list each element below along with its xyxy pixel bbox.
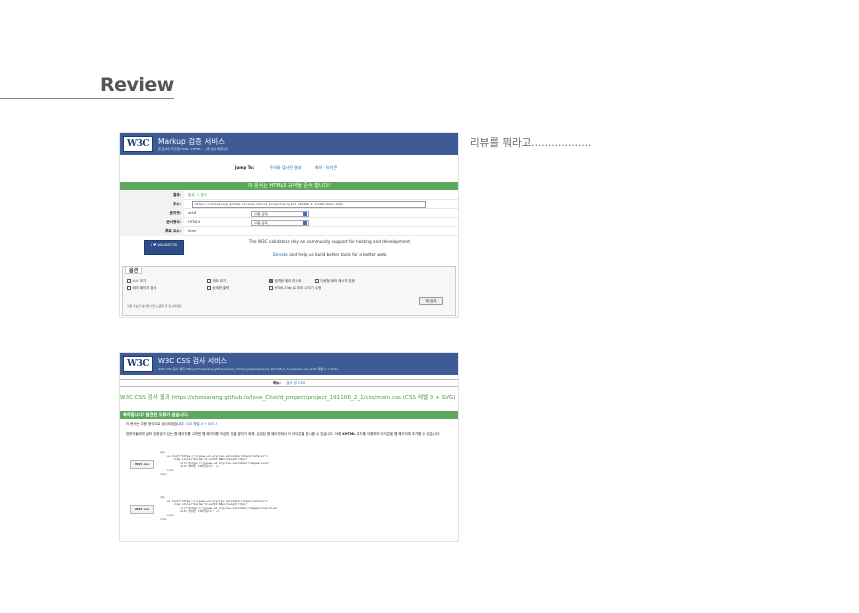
option-verbose-messages[interactable]: 다량점 에러 메시지 표현: [315, 279, 355, 284]
side-note: 리뷰를 뭐라고..................: [470, 137, 592, 149]
checkbox[interactable]: [127, 279, 131, 283]
css-header: W3C W3C CSS 검사 서비스 W3C CSS 검사 결과 https:/…: [120, 353, 458, 375]
root-row: 루트 요소: html: [120, 227, 458, 236]
css-profile-link[interactable]: CSS 레벨 3 + SVG: [186, 422, 215, 426]
w3c-logo[interactable]: W3C: [123, 136, 153, 152]
option-label: 개요 보기: [212, 279, 227, 283]
option-error-pages[interactable]: 에러 페이지 검사: [127, 286, 157, 291]
options-panel: 옵션 소스 보기 개요 보기 엄격한 에러 리스트 다량점 에러 메시지 표현 …: [122, 266, 456, 316]
checkbox[interactable]: [207, 279, 211, 283]
vcss-badge: W3C css: [130, 460, 154, 469]
checkbox[interactable]: [269, 286, 273, 290]
chevron-down-icon: [303, 212, 307, 216]
result-row: 결과: 통과, 1 경고: [120, 191, 458, 200]
checkbox[interactable]: [315, 279, 319, 283]
css-profile-line: 이 문서는 다음 형식으로 검사되었습니다: CSS 레벨 3 + SVG !: [126, 422, 454, 427]
css-explainer-suffix: 코드를 이용하여 아이콘을 웹 페이지에 추가할 수 있습니다:: [355, 432, 441, 436]
option-label: HTML-Tidy 로 미리 나오기 수정: [274, 286, 322, 290]
css-service-title: W3C CSS 검사 서비스: [158, 357, 227, 365]
doctype-value: HTML5: [188, 220, 201, 224]
css-explainer-bold: XHTML: [342, 432, 356, 436]
title-divider: [0, 98, 174, 99]
markup-service-title: Markup 검증 서비스: [158, 137, 226, 146]
option-show-outline[interactable]: 개요 보기: [207, 279, 226, 284]
jump-link-icons[interactable]: 축하 · 아이콘: [315, 165, 337, 170]
encoding-label: 문자셋:: [120, 209, 184, 218]
options-legend: 옵션: [125, 266, 143, 274]
options-help-note: 이용 가능한 옵션에 관한 도움말 을 참고하세요.: [127, 304, 207, 308]
option-verbose-output[interactable]: 상세한 출력: [207, 286, 229, 291]
markup-header: W3C Markup 검증 서비스 웹 문서의 마크업(HTML, XHTML,…: [120, 133, 458, 155]
css-profile-text: 이 문서는 다음 형식으로 검사되었습니다:: [126, 422, 186, 426]
revalidate-button[interactable]: 재 검사: [419, 297, 443, 305]
address-label: 주소:: [120, 200, 184, 209]
page-title: Review: [100, 74, 174, 96]
markup-validator-screenshot: W3C Markup 검증 서비스 웹 문서의 마크업(HTML, XHTML,…: [119, 132, 459, 318]
encoding-row: 문자셋: utf-8 (자동 감지): [120, 209, 458, 218]
root-label: 루트 요소:: [120, 227, 184, 236]
css-icon-explainer: 방문자들에게 살보 호환성이 있는 웹 페이지를 고려한 웹 페이지를 작성한 …: [126, 432, 454, 437]
option-show-source[interactable]: 소스 보기: [127, 279, 146, 284]
donate-text: Donate and help us build better tools fo…: [220, 252, 440, 257]
encoding-value: utf-8: [188, 211, 197, 215]
css-result-title: W3C CSS 검사 결과 https://choisarang.github.…: [120, 395, 456, 401]
jump-to-label: Jump To:: [234, 165, 255, 170]
css-explainer-text: 방문자들에게 살보 호환성이 있는 웹 페이지를 고려한 웹 페이지를 작성한 …: [126, 432, 343, 436]
jump-to-nav: Jump To: 주의와 검사된 결과 축하 · 아이콘: [120, 165, 458, 171]
markup-service-subtitle: 웹 문서의 마크업(HTML, XHTML, ...)을 검사 해줍니다: [158, 147, 229, 151]
result-value: 통과, 1 경고: [188, 193, 207, 197]
jump-link-results[interactable]: 주의와 검사된 결과: [270, 165, 302, 170]
option-label: 소스 보기: [132, 279, 147, 283]
validator-badge[interactable]: I ♥ VALIDATOR: [144, 240, 184, 255]
encoding-select-value: (자동 감지): [254, 211, 269, 216]
checkbox[interactable]: [127, 286, 131, 290]
option-label: 에러 페이지 검사: [132, 286, 157, 290]
vcss-blue-code-block: <p> <a href="https://jigsaw.w3.org/css-v…: [160, 495, 278, 521]
css-nav: 메뉴: 검사 된 CSS: [120, 379, 458, 387]
address-input[interactable]: https://choisarang.github.io/love_Choi/d…: [192, 201, 426, 208]
option-label: 엄격한 에러 리스트: [274, 279, 302, 283]
options-note-text: 이용 가능한 옵션에 관한: [127, 304, 157, 308]
options-help-link[interactable]: 도움말: [156, 304, 164, 308]
result-label: 결과:: [120, 191, 184, 200]
vcss-code-block: <p> <a href="https://jigsaw.w3.org/css-v…: [160, 450, 270, 476]
css-success-banner: 축하합니다! 발견된 오류가 없습니다.: [120, 411, 458, 419]
chevron-down-icon: [303, 221, 307, 225]
doctype-row: 문서형식: HTML5 (자동 감지): [120, 218, 458, 227]
options-note-suffix: 을 참고하세요.: [164, 304, 183, 308]
css-nav-label: 메뉴:: [272, 381, 281, 385]
css-nav-link[interactable]: 검사 된 CSS: [286, 381, 305, 385]
donate-link[interactable]: Donate: [273, 252, 288, 257]
css-service-subtitle: W3C CSS 검사 결과 https://choisarang.github.…: [158, 367, 338, 371]
option-label: 다량점 에러 메시지 표현: [320, 279, 355, 283]
doctype-select-value: (자동 감지): [254, 220, 269, 225]
css-validator-screenshot: W3C W3C CSS 검사 서비스 W3C CSS 검사 결과 https:/…: [119, 352, 459, 542]
support-text: The W3C validators rely on community sup…: [248, 239, 412, 244]
option-strict-errors[interactable]: 엄격한 에러 리스트: [269, 279, 302, 284]
option-label: 상세한 출력: [212, 286, 230, 290]
option-html-tidy[interactable]: HTML-Tidy 로 미리 나오기 수정: [269, 286, 321, 291]
root-value: html: [188, 229, 197, 233]
vcss-blue-badge: W3C css: [130, 505, 154, 514]
checkbox[interactable]: [207, 286, 211, 290]
success-banner: 이 문서는 HTML5 규약을 준수 합니다!: [120, 182, 458, 190]
w3c-logo[interactable]: W3C: [123, 356, 153, 372]
doctype-select[interactable]: (자동 감지): [251, 219, 309, 226]
address-row: 주소: https://choisarang.github.io/love_Ch…: [120, 200, 458, 209]
encoding-select[interactable]: (자동 감지): [251, 210, 309, 217]
checkbox[interactable]: [269, 279, 273, 283]
css-profile-suffix: !: [214, 422, 218, 426]
doctype-label: 문서형식:: [120, 218, 184, 227]
donate-suffix: and help us build better tools for a bet…: [287, 252, 388, 257]
